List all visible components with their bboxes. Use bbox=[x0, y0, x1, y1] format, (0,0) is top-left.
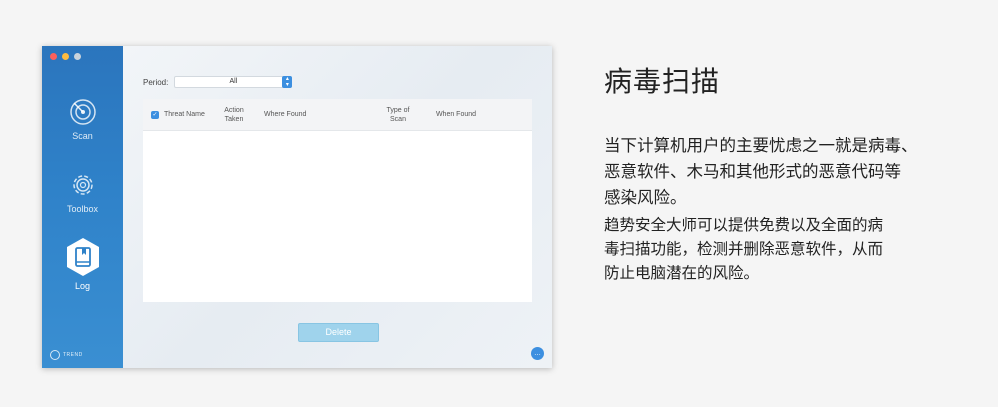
select-all-checkbox[interactable]: ✓ bbox=[151, 110, 159, 119]
column-when-found[interactable]: When Found bbox=[420, 110, 492, 119]
radar-icon bbox=[67, 96, 99, 128]
chat-icon[interactable]: … bbox=[531, 347, 544, 360]
column-threat-name[interactable]: Threat Name bbox=[164, 110, 212, 119]
period-value: All bbox=[229, 78, 238, 85]
app-window: Scan Toolbox Log TREND Period: All ▴ ▾ ✓… bbox=[42, 46, 552, 368]
sidebar-item-label: Log bbox=[74, 281, 91, 291]
sidebar-item-label: Toolbox bbox=[66, 204, 99, 214]
period-label: Period: bbox=[143, 77, 169, 87]
column-where-found[interactable]: Where Found bbox=[256, 110, 376, 119]
period-filter: Period: All ▴ ▾ bbox=[143, 76, 293, 88]
sidebar: Scan Toolbox Log TREND bbox=[42, 46, 123, 368]
log-table: ✓ Threat Name Action Taken Where Found T… bbox=[143, 99, 532, 302]
intro-paragraph: 当下计算机用户的主要忧虑之一就是病毒、 恶意软件、木马和其他形式的恶意代码等 感… bbox=[604, 136, 918, 207]
chevron-updown-icon[interactable]: ▴ ▾ bbox=[282, 76, 293, 88]
window-controls bbox=[50, 53, 81, 60]
column-type-of-scan[interactable]: Type of Scan bbox=[376, 106, 420, 124]
close-window-button[interactable] bbox=[50, 53, 57, 60]
minimize-window-button[interactable] bbox=[62, 53, 69, 60]
column-action-taken[interactable]: Action Taken bbox=[212, 106, 256, 124]
delete-button[interactable]: Delete bbox=[298, 323, 379, 342]
sidebar-item-label: Scan bbox=[72, 131, 93, 141]
trend-logo-icon bbox=[50, 350, 60, 360]
feature-paragraph: 趋势安全大师可以提供免费以及全面的病 毒扫描功能，检测并删除恶意软件，从而 防止… bbox=[604, 216, 884, 282]
brand-logo: TREND bbox=[50, 350, 83, 360]
book-icon bbox=[65, 237, 101, 277]
gear-icon bbox=[67, 169, 99, 201]
sidebar-item-log[interactable]: Log bbox=[42, 237, 123, 291]
sidebar-item-scan[interactable]: Scan bbox=[42, 96, 123, 141]
period-select[interactable]: All ▴ ▾ bbox=[174, 76, 293, 88]
zoom-window-button[interactable] bbox=[74, 53, 81, 60]
main-content: Period: All ▴ ▾ ✓ Threat Name Action Take… bbox=[123, 46, 552, 368]
table-header: ✓ Threat Name Action Taken Where Found T… bbox=[143, 99, 532, 131]
sidebar-item-toolbox[interactable]: Toolbox bbox=[42, 169, 123, 214]
page-title: 病毒扫描 bbox=[604, 65, 721, 98]
